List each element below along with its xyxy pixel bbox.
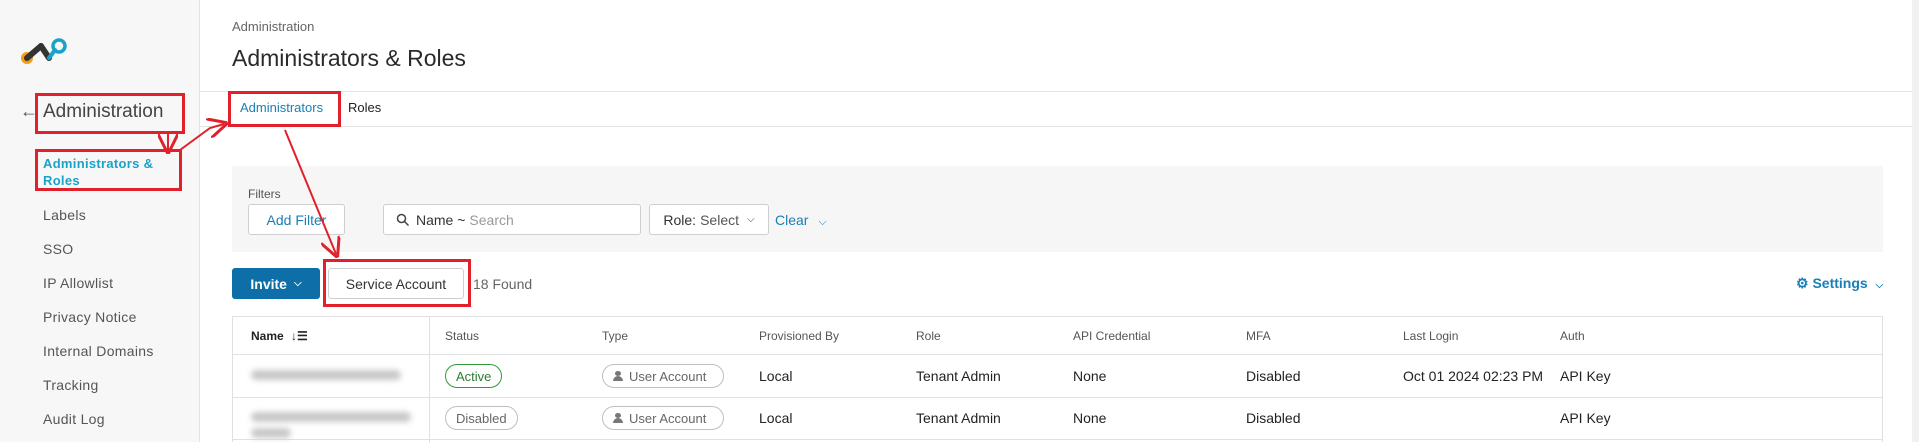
table-header: Name ↓☰ Status Type Provisioned By Role … — [233, 317, 1882, 355]
tabs-divider-bottom — [200, 126, 1919, 127]
sidebar-item-ip-allowlist[interactable]: IP Allowlist — [43, 275, 113, 291]
sort-icon[interactable]: ↓☰ — [291, 329, 308, 343]
column-header-role: Role — [916, 329, 941, 343]
sidebar-item-tracking[interactable]: Tracking — [43, 377, 99, 393]
column-header-auth: Auth — [1560, 329, 1585, 343]
search-placeholder: Search — [469, 211, 514, 228]
sidebar-title: Administration — [43, 101, 164, 122]
main-content: Administration Administrators & Roles Ad… — [200, 0, 1919, 443]
add-filter-button[interactable]: Add Filter — [248, 204, 345, 235]
redacted-name — [251, 412, 411, 422]
provisioned-by-cell: Local — [759, 368, 793, 384]
api-credential-cell: None — [1073, 368, 1107, 384]
sidebar-item-audit-log[interactable]: Audit Log — [43, 411, 105, 427]
search-icon — [396, 213, 410, 226]
type-badge: User Account — [602, 406, 724, 430]
redacted-name — [251, 370, 401, 380]
role-label: Role: — [663, 211, 697, 228]
auth-cell: API Key — [1560, 368, 1611, 384]
status-badge: Active — [445, 364, 503, 388]
redacted-name — [251, 428, 291, 438]
column-header-status: Status — [445, 329, 480, 343]
page-title: Administrators & Roles — [232, 45, 466, 71]
mfa-cell: Disabled — [1246, 368, 1301, 384]
logo-icon — [21, 38, 67, 64]
column-header-mfa: MFA — [1246, 329, 1271, 343]
tab-roles[interactable]: Roles — [348, 100, 381, 115]
sidebar: ← Administration Administrators & Roles … — [0, 0, 200, 442]
search-field-label: Name ~ — [416, 211, 466, 228]
last-login-cell: Oct 01 2024 02:23 PM — [1403, 368, 1544, 384]
name-search-input[interactable]: Name ~ Search — [383, 204, 641, 235]
chevron-down-icon: ⌵ — [747, 214, 755, 225]
breadcrumb[interactable]: Administration — [232, 19, 314, 34]
administrators-table: Name ↓☰ Status Type Provisioned By Role … — [232, 316, 1883, 443]
api-credential-cell: None — [1073, 410, 1107, 426]
auth-cell: API Key — [1560, 410, 1611, 426]
column-header-name[interactable]: Name ↓☰ — [251, 329, 308, 343]
sidebar-item-privacy-notice[interactable]: Privacy Notice — [43, 309, 137, 325]
role-select[interactable]: Role: Select ⌵ — [649, 204, 769, 235]
user-icon — [613, 371, 623, 381]
chevron-down-icon: ⌵ — [293, 278, 302, 289]
tab-administrators[interactable]: Administrators — [240, 100, 323, 115]
type-label: User Account — [629, 368, 707, 384]
table-row[interactable]: Disabled User Account Local Tenant Admin… — [233, 398, 1882, 440]
role-cell: Tenant Admin — [916, 368, 1001, 384]
column-header-api-credential: API Credential — [1073, 329, 1151, 343]
provisioned-by-cell: Local — [759, 410, 793, 426]
column-header-last-login: Last Login — [1403, 329, 1459, 343]
filters-label: Filters — [248, 187, 281, 201]
type-label: User Account — [629, 410, 707, 426]
column-header-type: Type — [602, 329, 629, 343]
mfa-cell: Disabled — [1246, 410, 1301, 426]
user-icon — [613, 413, 623, 423]
status-badge: Disabled — [445, 406, 518, 430]
gear-icon: ⚙ — [1796, 275, 1809, 291]
table-row[interactable]: Active User Account Local Tenant Admin N… — [233, 356, 1882, 398]
role-cell: Tenant Admin — [916, 410, 1001, 426]
column-name-label: Name — [251, 329, 284, 343]
invite-label: Invite — [250, 275, 287, 292]
results-count: 18 Found — [473, 276, 533, 292]
chevron-down-icon: ⌵ — [1875, 280, 1884, 291]
settings-button[interactable]: ⚙ Settings ⌵ — [1796, 275, 1883, 292]
tabs-divider-top — [200, 91, 1919, 92]
sidebar-item-administrators-roles[interactable]: Administrators & Roles — [43, 155, 178, 189]
sidebar-item-labels[interactable]: Labels — [43, 207, 86, 223]
clear-label: Clear — [775, 212, 809, 228]
role-value: Select — [700, 211, 739, 228]
service-account-button[interactable]: Service Account — [328, 268, 464, 299]
chevron-down-icon: ⌵ — [818, 216, 827, 228]
sidebar-item-internal-domains[interactable]: Internal Domains — [43, 343, 154, 359]
vertical-scrollbar[interactable] — [1912, 0, 1919, 442]
invite-button[interactable]: Invite ⌵ — [232, 268, 320, 299]
column-header-provisioned-by: Provisioned By — [759, 329, 840, 343]
type-badge: User Account — [602, 364, 724, 388]
settings-label: Settings — [1812, 275, 1868, 291]
sidebar-item-sso[interactable]: SSO — [43, 241, 73, 257]
clear-filters-button[interactable]: Clear ⌵ — [775, 212, 827, 229]
filters-panel: Filters Add Filter Name ~ Search Role: S… — [232, 166, 1883, 252]
